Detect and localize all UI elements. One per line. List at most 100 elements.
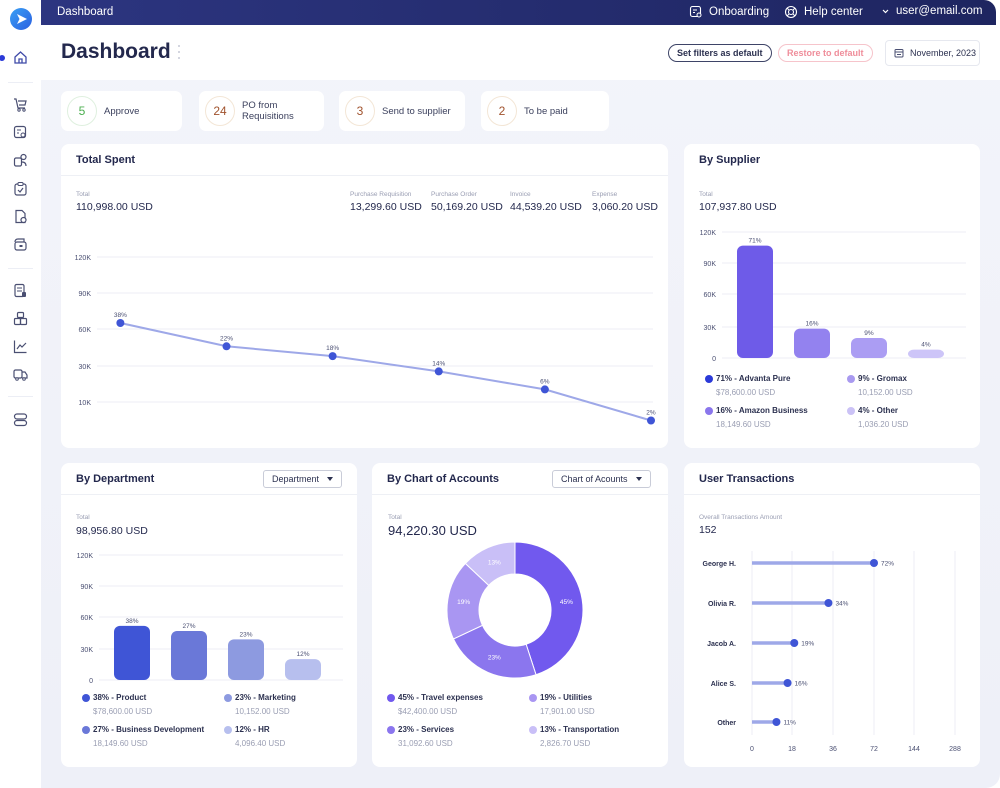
caret-down-icon <box>327 477 334 481</box>
onboarding-link[interactable]: Onboarding <box>689 5 769 19</box>
user-transactions-card: User Transactions Overall Transactions A… <box>684 463 980 767</box>
help-center-link[interactable]: Help center <box>784 5 863 19</box>
by-department-card: By Department Department Total 98,956.80… <box>61 463 357 767</box>
data-point <box>790 639 799 647</box>
x-tick-label: 36 <box>829 746 837 753</box>
bar-label: 9% <box>864 330 874 337</box>
y-tick-label: 90K <box>81 584 94 591</box>
wallet-icon[interactable] <box>12 236 29 253</box>
toggle-settings-icon[interactable] <box>12 411 29 428</box>
category-label: Olivia R. <box>708 601 736 608</box>
restore-default-button[interactable]: Restore to default <box>778 44 873 62</box>
legend-swatch <box>705 406 713 415</box>
legend-item: 38% - Product $78,600.00 USD <box>82 693 152 716</box>
data-point <box>434 367 443 376</box>
bar <box>908 349 944 358</box>
invoice-icon[interactable] <box>12 282 29 299</box>
legend-item: 13% - Transportation 2,826.70 USD <box>529 725 619 748</box>
app-logo[interactable] <box>10 8 32 30</box>
bar <box>228 639 264 680</box>
bar <box>114 625 150 680</box>
breakdown-label: Invoice <box>510 191 531 198</box>
set-filters-default-button[interactable]: Set filters as default <box>668 44 772 62</box>
quick-count: 5 <box>67 96 97 126</box>
analytics-icon[interactable] <box>12 338 29 355</box>
category-label: George H. <box>703 561 737 568</box>
y-tick-label: 30K <box>81 647 94 654</box>
total-label: Total <box>76 514 90 521</box>
cart-icon[interactable] <box>12 96 29 113</box>
legend-amount: 18,149.60 USD <box>716 420 771 429</box>
bar-label: 38% <box>125 618 138 625</box>
quick-label: PO from Requisitions <box>242 100 294 122</box>
legend-amount: 17,901.00 USD <box>540 707 595 716</box>
by-chart-of-accounts-card: By Chart of Accounts Chart of Acounts To… <box>372 463 668 767</box>
data-point <box>222 342 231 351</box>
document-clock-icon[interactable] <box>12 208 29 225</box>
sidebar-divider <box>8 82 33 83</box>
inventory-boxes-icon[interactable] <box>12 310 29 327</box>
topbar-title: Dashboard <box>57 6 114 18</box>
date-picker[interactable]: November, 2023 <box>885 40 980 66</box>
y-tick-label: 120K <box>75 255 92 262</box>
category-label: Other <box>717 720 736 727</box>
quick-card-to-be-paid[interactable]: 2 To be paid <box>481 91 609 131</box>
quick-card-approve[interactable]: 5 Approve <box>61 91 182 131</box>
quick-card-po-from-requisitions[interactable]: 24 PO from Requisitions <box>199 91 324 131</box>
quick-count: 3 <box>345 96 375 126</box>
more-options-icon[interactable] <box>178 45 181 59</box>
quick-card-send-to-supplier[interactable]: 3 Send to supplier <box>339 91 465 131</box>
sidebar-divider <box>8 396 33 397</box>
slice-label: 23% <box>488 655 501 662</box>
legend-label: 45% - Travel expenses <box>387 693 483 702</box>
select-value: Chart of Acounts <box>561 474 628 484</box>
truck-icon[interactable] <box>12 366 29 383</box>
data-point <box>647 416 655 425</box>
legend-item: 71% - Advanta Pure $78,600.00 USD <box>705 374 790 397</box>
total-value: 152 <box>699 524 717 536</box>
data-point <box>783 679 792 687</box>
breakdown-value: 50,169.20 USD <box>431 201 503 213</box>
legend-label: 12% - HR <box>224 725 285 734</box>
data-label: 6% <box>540 378 550 385</box>
data-point <box>870 559 878 567</box>
y-tick-label: 0 <box>712 356 716 363</box>
page-header: Dashboard Set filters as default Restore… <box>41 25 1000 80</box>
card-title: By Supplier <box>699 154 761 166</box>
x-tick-label: 18 <box>788 746 796 753</box>
y-tick-label: 90K <box>704 261 717 268</box>
bar <box>285 659 321 680</box>
series-line <box>120 322 652 422</box>
legend-label: 16% - Amazon Business <box>705 406 808 415</box>
legend-label: 9% - Gromax <box>847 374 913 383</box>
data-label: 11% <box>783 720 796 727</box>
legend-item: 23% - Marketing 10,152.00 USD <box>224 693 296 716</box>
page-title: Dashboard <box>61 40 171 63</box>
legend-swatch <box>82 725 90 734</box>
home-icon[interactable] <box>12 49 29 66</box>
legend-swatch <box>387 693 395 702</box>
quick-label: Send to supplier <box>382 105 451 117</box>
supplier-search-icon[interactable] <box>12 152 29 169</box>
category-label: Jacob A. <box>707 641 736 648</box>
bar <box>737 245 773 358</box>
total-label: Total <box>699 191 713 198</box>
data-point <box>772 718 781 726</box>
user-menu[interactable]: user@email.com <box>881 5 982 17</box>
legend-item: 9% - Gromax 10,152.00 USD <box>847 374 913 397</box>
chart-of-accounts-select[interactable]: Chart of Acounts <box>552 470 651 488</box>
x-tick-label: 288 <box>949 746 961 753</box>
slice-label: 19% <box>457 599 470 606</box>
active-indicator <box>0 55 5 61</box>
quick-count: 2 <box>487 96 517 126</box>
legend-amount: 18,149.60 USD <box>93 739 148 748</box>
top-bar: Dashboard Onboarding Help center user@em… <box>41 0 996 25</box>
clipboard-check-icon[interactable] <box>12 180 29 197</box>
total-value: 94,220.30 USD <box>388 523 477 538</box>
data-label: 22% <box>220 335 233 342</box>
legend-label: 4% - Other <box>847 406 908 415</box>
bar-label: 16% <box>805 321 818 328</box>
requisition-icon[interactable] <box>12 124 29 141</box>
total-spent-card: Total Spent Total 110,998.00 USD Purchas… <box>61 144 668 448</box>
department-select[interactable]: Department <box>263 470 343 488</box>
